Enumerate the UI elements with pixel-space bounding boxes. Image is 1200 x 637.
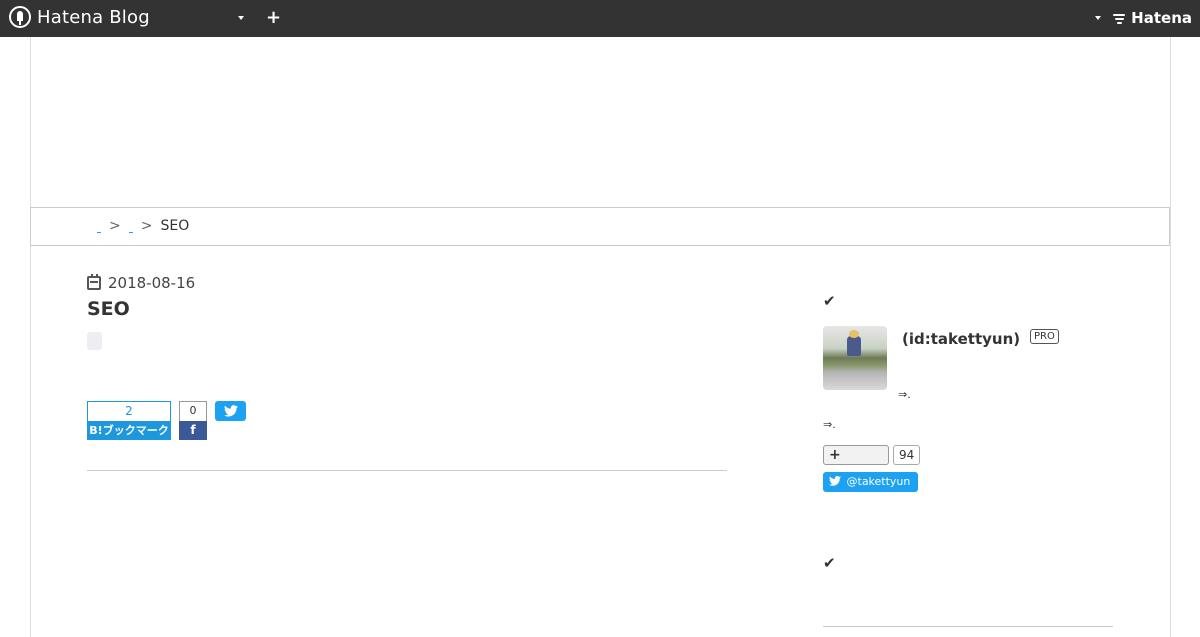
breadcrumb: > > SEO — [30, 207, 1170, 246]
facebook-icon: f — [179, 421, 207, 440]
twitter-follow-button[interactable]: @takettyun — [823, 472, 918, 492]
brand-title: Hatena Blog — [37, 6, 150, 28]
sidebar-divider — [823, 626, 1113, 627]
facebook-share-count: 0 — [179, 401, 207, 421]
profile-link[interactable]: ⇒. — [898, 388, 911, 401]
facebook-share-button[interactable]: 0 f — [179, 401, 207, 440]
breadcrumb-home-link[interactable] — [97, 219, 101, 233]
entry-date[interactable]: 2018-08-16 — [87, 274, 727, 292]
blog-menu-chevron-down-icon[interactable] — [238, 16, 244, 20]
pro-badge[interactable]: PRO — [1030, 329, 1059, 344]
profile: (id:takettyun) PRO — [823, 326, 1113, 392]
top-bar: Hatena Blog + Hatena — [0, 0, 1200, 37]
article: 2018-08-16 SEO 2 B!ブックマーク 0 f — [87, 274, 727, 440]
article-divider — [87, 470, 727, 471]
check-icon: ✔ — [823, 554, 836, 572]
hatena-link[interactable]: Hatena — [1113, 9, 1192, 27]
header-area — [31, 37, 1170, 207]
entry-date-text: 2018-08-16 — [108, 274, 196, 292]
breadcrumb-current: SEO — [160, 218, 190, 234]
twitter-icon — [223, 405, 238, 417]
hatena-label: Hatena — [1131, 9, 1192, 27]
brand[interactable]: Hatena Blog — [9, 6, 150, 28]
follower-count: 94 — [893, 445, 921, 465]
avatar[interactable] — [823, 326, 887, 390]
follow-widget: + 94 — [823, 445, 921, 465]
hatena-blog-logo-icon — [9, 6, 31, 28]
hatena-logo-icon — [1113, 11, 1127, 25]
twitter-follow-label: @takettyun — [846, 475, 911, 488]
hatena-bookmark-label: B!ブックマーク — [87, 421, 171, 440]
twitter-icon — [829, 476, 841, 486]
user-menu-chevron-down-icon[interactable] — [1095, 16, 1101, 20]
add-post-icon[interactable]: + — [266, 8, 281, 28]
sidebar: ✔ (id:takettyun) PRO ⇒. ⇒. + 94 @taketty… — [823, 292, 1113, 627]
calendar-icon — [87, 274, 101, 290]
breadcrumb-separator: > — [140, 218, 153, 234]
category-tag[interactable] — [87, 332, 102, 350]
breadcrumb-separator: > — [109, 218, 121, 234]
check-icon: ✔ — [823, 292, 836, 310]
twitter-share-button[interactable] — [215, 401, 246, 421]
share-buttons: 2 B!ブックマーク 0 f — [87, 401, 246, 440]
about-link[interactable]: ⇒. — [823, 418, 836, 431]
hatena-bookmark-button[interactable]: 2 B!ブックマーク — [87, 401, 171, 440]
profile-name[interactable]: (id:takettyun) — [902, 330, 1020, 348]
breadcrumb-category-link[interactable] — [128, 219, 133, 233]
entry-title[interactable]: SEO — [87, 298, 727, 320]
follow-button[interactable]: + — [823, 445, 889, 465]
hatena-bookmark-count[interactable]: 2 — [87, 401, 171, 421]
